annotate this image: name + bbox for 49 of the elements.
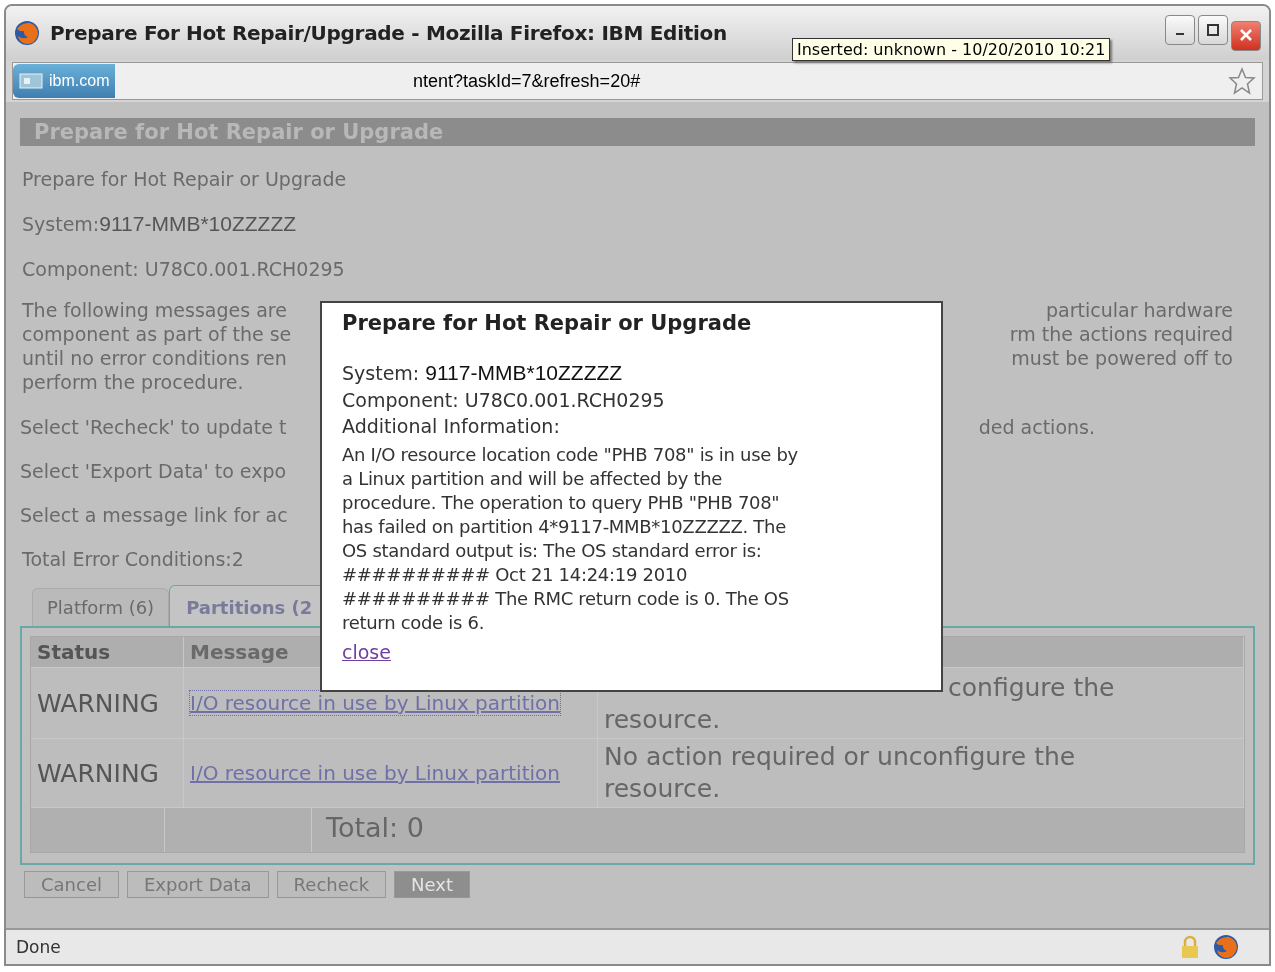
minimize-icon (1176, 33, 1184, 35)
intro-text: The following messages are (22, 298, 287, 322)
status-text: Done (16, 937, 61, 957)
url-text: ntent?taskId=7&refresh=20# (413, 70, 641, 92)
globe-icon (14, 20, 40, 46)
info-label: Additional Information: (342, 415, 561, 437)
intro-text: until no error conditions ren (22, 346, 287, 370)
close-button[interactable] (1231, 21, 1261, 51)
close-link[interactable]: close (342, 641, 391, 663)
window-title: Prepare For Hot Repair/Upgrade - Mozilla Firefox: IBM Edition (50, 21, 727, 45)
lock-icon (1179, 935, 1201, 959)
maximize-icon (1206, 23, 1220, 37)
system-value: 9117-MMB*10ZZZZZ (99, 212, 297, 235)
action-cell: No action required or unconfigure the resource. (598, 738, 1244, 807)
instruction-text: Select 'Export Data' to expo (20, 460, 287, 482)
page-heading: Prepare for Hot Repair or Upgrade (21, 168, 348, 190)
instruction-text: ded actions. (978, 416, 1095, 438)
system-label: System: (22, 213, 100, 235)
system-label: System: (342, 362, 420, 384)
maximize-button[interactable] (1198, 15, 1228, 45)
address-bar[interactable]: ibm.com ntent?taskId=7&refresh=20# (12, 62, 1263, 100)
intro-text: perform the procedure. (22, 370, 244, 394)
action-button[interactable]: Cancel (24, 871, 119, 898)
total-text: Total: 0 (325, 811, 425, 845)
close-icon (1239, 28, 1253, 42)
site-identity-button[interactable]: ibm.com (13, 64, 116, 98)
message-text: An I/O resource location code "PHB 708" is in use by a Linux partition and will be affected by the procedure. The operation to query PHB "PHB 708" has failed on partition 4*9117-MMB*10ZZZZZ. The OS standard output is: The OS standard error is: ########## Oct 21 14:24:19 2010 ########## The RMC return code is 0. The OS return code is 6. (342, 443, 799, 635)
intro-text: particular hardware (1046, 298, 1233, 322)
intro-text: must be powered off to (1011, 346, 1233, 370)
globe-icon (1213, 934, 1239, 960)
message-link[interactable]: I/O resource in use by Linux partition (190, 761, 560, 785)
component-text: Component: U78C0.001.RCH0295 (342, 389, 666, 411)
tab[interactable]: Platform (6) (32, 588, 170, 626)
star-icon[interactable] (1228, 67, 1256, 95)
site-icon (19, 72, 45, 90)
component-text: Component: U78C0.001.RCH0295 (21, 258, 346, 280)
action-button[interactable]: Recheck (276, 871, 387, 898)
tooltip: Inserted: unknown - 10/20/2010 10:21 (792, 38, 1111, 61)
intro-text: component as part of the se (22, 322, 292, 346)
status-cell: WARNING (31, 667, 184, 738)
instruction-text: Select 'Recheck' to update t (20, 416, 287, 438)
total-errors-text: Total Error Conditions:2 (21, 548, 245, 570)
dialog-title: Prepare for Hot Repair or Upgrade (342, 311, 753, 335)
action-button[interactable]: Export Data (127, 871, 269, 898)
status-cell: WARNING (31, 738, 184, 807)
instruction-text: Select a message link for ac (20, 504, 288, 526)
message-link[interactable]: I/O resource in use by Linux partition (190, 691, 560, 715)
system-value: 9117-MMB*10ZZZZZ (425, 361, 623, 384)
intro-text: rm the actions required (1009, 322, 1233, 346)
